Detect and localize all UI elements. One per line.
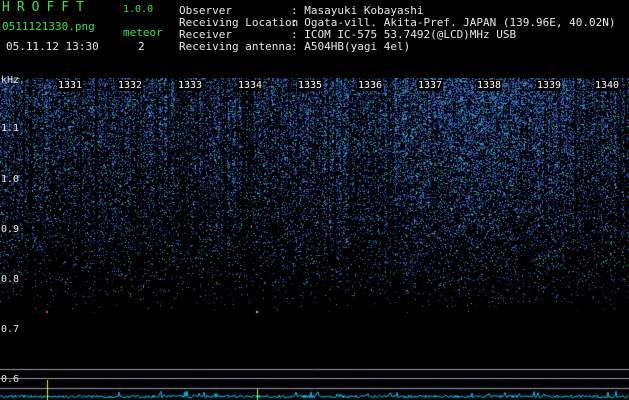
- minute-label: 1331: [57, 80, 84, 91]
- minute-label: 1337: [417, 80, 444, 91]
- file-name: 0511121330.png: [2, 20, 95, 33]
- minute-label: 1338: [476, 80, 503, 91]
- y-tick-label: 1.0: [1, 174, 20, 185]
- minute-label: 1332: [117, 80, 144, 91]
- header-panel: HROFFT 1.0.0 0511121330.png meteor 05.11…: [0, 0, 629, 78]
- capture-datetime: 05.11.12 13:30: [6, 40, 99, 53]
- minute-label: 1339: [536, 80, 563, 91]
- minute-label: 1340: [594, 80, 621, 91]
- app-version: 1.0.0: [123, 4, 154, 15]
- spectrogram-waterfall: [0, 78, 629, 400]
- y-tick-label: 1.1: [1, 123, 20, 134]
- info-value-antenna: : A504HB(yagi 4el): [291, 40, 411, 53]
- minute-label: 1333: [177, 80, 204, 91]
- meteor-label: meteor: [123, 26, 163, 39]
- minute-label: 1335: [297, 80, 324, 91]
- info-label-antenna: Receiving antenna: [179, 40, 292, 53]
- minute-label: 1336: [357, 80, 384, 91]
- meteor-count: 2: [138, 40, 145, 53]
- y-tick-label: 0.7: [1, 324, 20, 335]
- minute-label: 1334: [237, 80, 264, 91]
- app-brand: HROFFT: [2, 0, 91, 15]
- y-tick-label: 0.6: [1, 374, 20, 385]
- y-tick-label: 0.9: [1, 224, 20, 235]
- y-tick-label: 0.8: [1, 274, 20, 285]
- axis-unit-label: kHz: [1, 75, 20, 86]
